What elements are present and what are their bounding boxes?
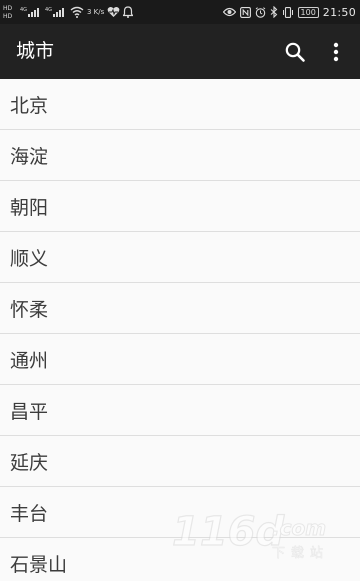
city-name: 石景山 <box>10 553 68 576</box>
city-list-item[interactable]: 通州 <box>0 334 360 385</box>
city-name: 延庆 <box>10 451 49 474</box>
sim-hd-icon: HD HD <box>3 4 17 20</box>
city-list-item[interactable]: 昌平 <box>0 385 360 436</box>
bluetooth-icon <box>270 6 278 18</box>
search-icon <box>285 42 305 62</box>
city-list: 北京海淀朝阳顺义怀柔通州昌平延庆丰台石景山 <box>0 79 360 581</box>
status-bar: HD HD 4G 4G 3 K/s 100 21:50 <box>0 0 360 24</box>
nfc-icon <box>239 6 251 18</box>
city-list-item[interactable]: 延庆 <box>0 436 360 487</box>
city-list-item[interactable]: 北京 <box>0 79 360 130</box>
city-name: 北京 <box>10 94 49 117</box>
vibrate-icon <box>282 6 294 18</box>
signal-icon: 4G <box>20 6 42 18</box>
city-name: 朝阳 <box>10 196 49 219</box>
status-right: 100 21:50 <box>222 2 356 22</box>
alarm-icon <box>255 6 266 18</box>
city-name: 通州 <box>10 349 49 372</box>
screen: HD HD 4G 4G 3 K/s 100 21:50 城市 北京 海淀 朝阳 … <box>0 0 360 581</box>
city-list-item[interactable]: 顺义 <box>0 232 360 283</box>
city-list-item[interactable]: 朝阳 <box>0 181 360 232</box>
city-name: 怀柔 <box>10 298 49 321</box>
city-list-item[interactable]: 怀柔 <box>0 283 360 334</box>
wifi-icon <box>70 6 84 18</box>
city-list-item[interactable]: 丰台 <box>0 487 360 538</box>
more-vertical-icon <box>333 42 339 62</box>
status-time: 21:50 <box>322 5 356 19</box>
search-button[interactable] <box>281 38 309 66</box>
battery-level: 100 <box>297 6 319 18</box>
city-name: 顺义 <box>10 247 49 270</box>
city-name: 丰台 <box>10 502 49 525</box>
network-speed: 3 K/s <box>87 7 105 16</box>
city-name: 昌平 <box>10 400 49 423</box>
city-list-item[interactable]: 石景山 <box>0 538 360 581</box>
network-type-label-2: 4G <box>45 7 52 13</box>
city-list-item[interactable]: 海淀 <box>0 130 360 181</box>
more-options-button[interactable] <box>324 38 348 66</box>
city-name: 海淀 <box>10 145 49 168</box>
page-title: 城市 <box>16 40 55 62</box>
svg-text:HD: HD <box>3 5 13 12</box>
notification-bell-icon <box>123 6 134 18</box>
heart-monitor-icon <box>107 6 120 18</box>
network-type-label: 4G <box>20 7 27 13</box>
svg-text:HD: HD <box>3 13 13 20</box>
app-toolbar: 城市 <box>0 24 360 79</box>
status-left: HD HD 4G 4G 3 K/s <box>3 2 134 22</box>
signal-icon-2: 4G <box>45 6 67 18</box>
eye-icon <box>222 7 236 17</box>
